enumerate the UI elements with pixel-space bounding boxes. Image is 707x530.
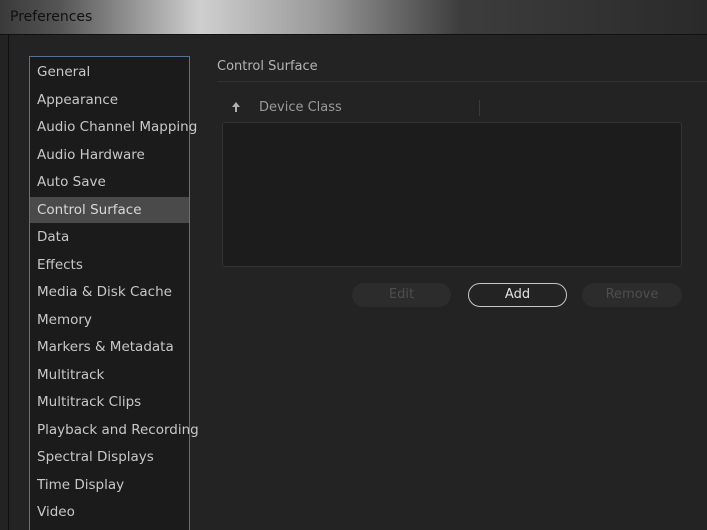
add-button[interactable]: Add	[468, 283, 567, 307]
category-item-control-surface[interactable]: Control Surface	[30, 196, 189, 223]
section-divider	[217, 81, 707, 82]
device-table-header: Device Class	[222, 96, 682, 120]
device-class-table[interactable]	[222, 122, 682, 267]
category-item-time-display[interactable]: Time Display	[30, 472, 189, 498]
preferences-category-list[interactable]: General Appearance Audio Channel Mapping…	[29, 56, 199, 530]
window-title: Preferences	[10, 9, 93, 25]
category-item-playback-and-recording[interactable]: Playback and Recording	[30, 417, 199, 443]
category-item-memory[interactable]: Memory	[30, 307, 189, 333]
category-item-auto-save[interactable]: Auto Save	[30, 169, 189, 195]
category-item-effects[interactable]: Effects	[30, 252, 189, 278]
category-item-media-disk-cache[interactable]: Media & Disk Cache	[30, 279, 189, 305]
category-item-appearance[interactable]: Appearance	[30, 87, 189, 113]
category-item-audio-hardware[interactable]: Audio Hardware	[30, 142, 189, 168]
category-item-multitrack[interactable]: Multitrack	[30, 362, 189, 388]
title-bar[interactable]: Preferences	[0, 0, 707, 35]
category-item-spectral-displays[interactable]: Spectral Displays	[30, 444, 189, 470]
category-item-video[interactable]: Video	[30, 499, 189, 525]
category-item-multitrack-clips[interactable]: Multitrack Clips	[30, 389, 189, 415]
column-divider[interactable]	[479, 100, 480, 116]
edit-button[interactable]: Edit	[352, 283, 451, 307]
remove-button[interactable]: Remove	[582, 283, 682, 307]
category-item-markers-metadata[interactable]: Markers & Metadata	[30, 334, 189, 360]
column-header-device-class[interactable]: Device Class	[259, 100, 342, 115]
preferences-window: Preferences General Appearance Audio Cha…	[0, 0, 707, 530]
category-item-general[interactable]: General	[30, 59, 189, 85]
section-title: Control Surface	[217, 59, 318, 74]
arrow-up-icon[interactable]	[229, 99, 243, 115]
category-item-data[interactable]: Data	[30, 224, 189, 250]
category-item-audio-channel-mapping[interactable]: Audio Channel Mapping	[30, 114, 197, 140]
